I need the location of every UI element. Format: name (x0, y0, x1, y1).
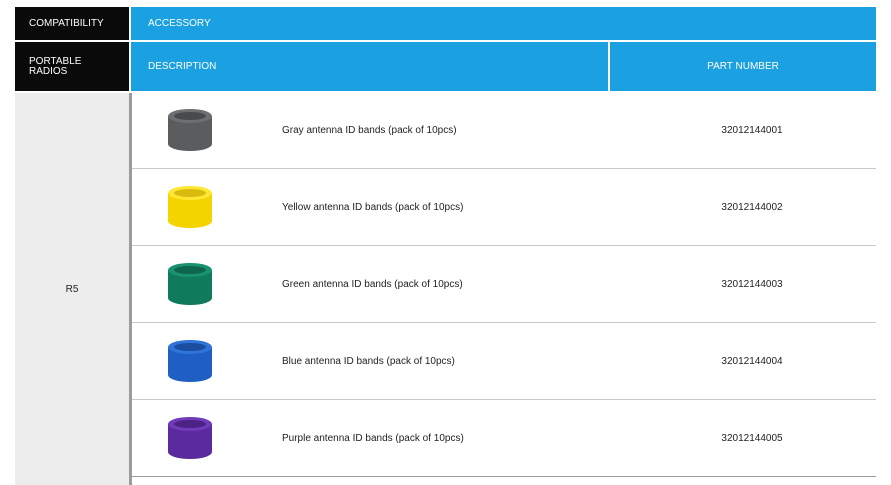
compatibility-cell: R5 (15, 93, 129, 485)
item-description: Blue antenna ID bands (pack of 10pcs) (282, 356, 455, 367)
item-description: Green antenna ID bands (pack of 10pcs) (282, 279, 463, 290)
description-header: DESCRIPTION (131, 42, 608, 91)
table-row: Green antenna ID bands (pack of 10pcs) 3… (132, 247, 876, 323)
part-number-header: PART NUMBER (610, 42, 876, 91)
compatibility-header: COMPATIBILITY (15, 7, 129, 40)
item-part-number: 32012144002 (721, 202, 783, 213)
item-part-number: 32012144001 (721, 125, 783, 136)
item-part-number: 32012144004 (721, 356, 783, 367)
portable-radios-header: PORTABLE RADIOS (15, 42, 129, 91)
accessory-header: ACCESSORY (131, 7, 876, 40)
gray-band-icon (168, 109, 212, 151)
blue-band-icon (168, 340, 212, 382)
table-row: Yellow antenna ID bands (pack of 10pcs) … (132, 170, 876, 246)
item-description: Yellow antenna ID bands (pack of 10pcs) (282, 202, 464, 213)
table-body: Gray antenna ID bands (pack of 10pcs) 32… (132, 93, 876, 485)
purple-band-icon (168, 417, 212, 459)
table-row: Purple antenna ID bands (pack of 10pcs) … (132, 401, 876, 477)
green-band-icon (168, 263, 212, 305)
table-top-header-row: COMPATIBILITY ACCESSORY (15, 7, 876, 40)
table-column-header-row: PORTABLE RADIOS DESCRIPTION PART NUMBER (15, 42, 876, 91)
table-row: Gray antenna ID bands (pack of 10pcs) 32… (132, 93, 876, 169)
item-description: Gray antenna ID bands (pack of 10pcs) (282, 125, 457, 136)
item-description: Purple antenna ID bands (pack of 10pcs) (282, 433, 464, 444)
item-part-number: 32012144005 (721, 433, 783, 444)
table-row: Blue antenna ID bands (pack of 10pcs) 32… (132, 324, 876, 400)
yellow-band-icon (168, 186, 212, 228)
item-part-number: 32012144003 (721, 279, 783, 290)
